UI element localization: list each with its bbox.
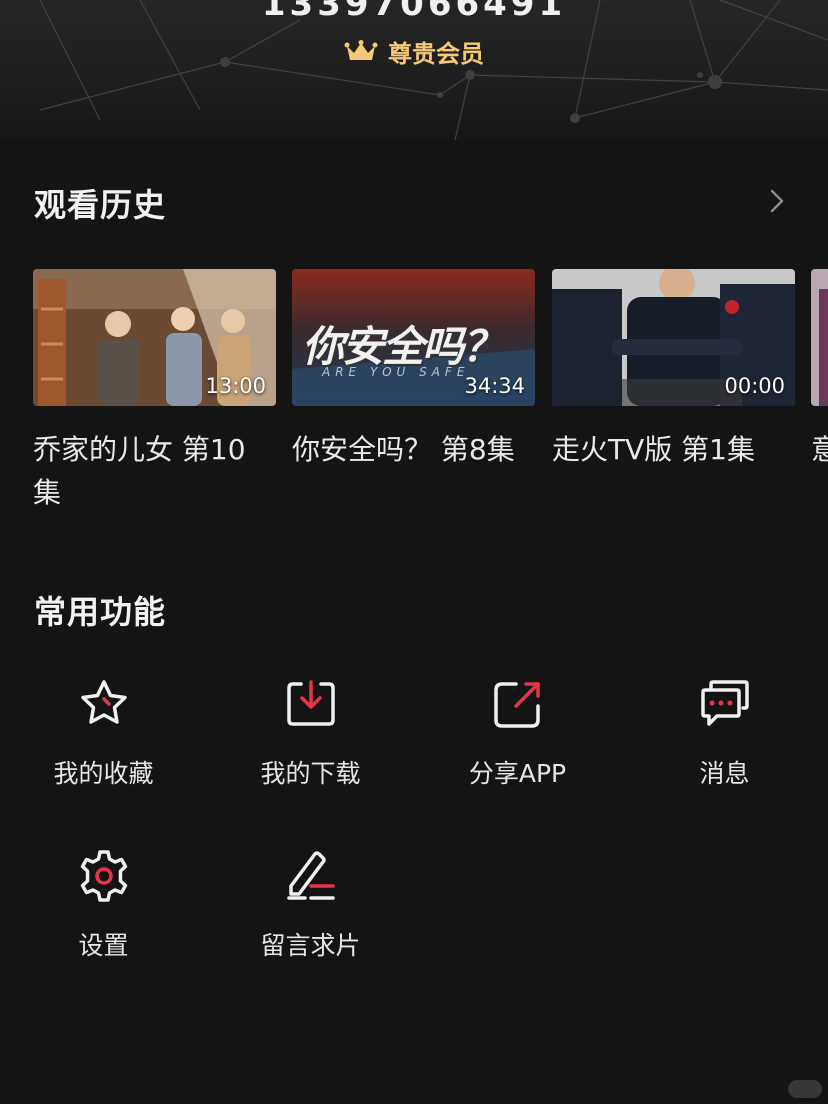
history-card[interactable]: 13:00 乔家的儿女 第10集 (33, 269, 276, 514)
feature-label: 消息 (699, 759, 750, 788)
gear-icon (80, 850, 127, 902)
video-title[interactable]: 你安全吗？ 第8集 (292, 428, 524, 471)
feature-label: 设置 (78, 931, 129, 960)
history-card[interactable]: 你安全吗？ ARE YOU SAFE 34:34 你安全吗？ 第8集 (292, 269, 535, 471)
video-thumbnail[interactable] (811, 269, 828, 406)
video-thumbnail[interactable]: 13:00 (33, 269, 276, 406)
vip-label: 尊贵会员 (388, 40, 484, 68)
feature-label: 留言求片 (260, 931, 361, 960)
video-duration: 00:00 (724, 374, 785, 398)
video-title[interactable]: 乔家的儿女 第10集 (33, 428, 265, 514)
chevron-right-icon[interactable] (764, 186, 790, 216)
video-title[interactable]: 意 (811, 428, 828, 471)
history-card[interactable]: 00:00 走火TV版 第1集 (552, 269, 795, 471)
share-icon (493, 682, 540, 728)
feature-label: 我的收藏 (53, 759, 154, 788)
profile-header: 13397066491 尊贵会员 (0, 0, 828, 140)
star-icon (80, 680, 127, 724)
video-thumbnail[interactable]: 00:00 (552, 269, 795, 406)
feature-label: 我的下载 (260, 759, 361, 788)
history-list[interactable]: 13:00 乔家的儿女 第10集 你安全吗？ ARE YOU SAFE 34:3… (33, 269, 828, 529)
download-icon (286, 680, 335, 726)
share-app-button[interactable]: 分享APP (414, 676, 621, 790)
history-section-title: 观看历史 (34, 186, 167, 224)
thumbnail-subtitle-art: ARE YOU SAFE (322, 365, 470, 379)
feature-label: 分享APP (468, 759, 567, 788)
edit-icon (286, 851, 335, 900)
downloads-button[interactable]: 我的下载 (207, 676, 414, 790)
video-duration: 13:00 (205, 374, 266, 398)
settings-button[interactable]: 设置 (0, 848, 207, 962)
corner-watermark (788, 1080, 822, 1098)
features-section-title: 常用功能 (34, 593, 167, 631)
user-phone-number: 13397066491 (261, 0, 567, 24)
video-title[interactable]: 走火TV版 第1集 (552, 428, 784, 471)
video-thumbnail[interactable]: 你安全吗？ ARE YOU SAFE 34:34 (292, 269, 535, 406)
crown-icon (344, 39, 378, 60)
request-film-button[interactable]: 留言求片 (207, 848, 414, 962)
thumbnail-image (811, 269, 828, 406)
vip-badge[interactable]: 尊贵会员 (0, 34, 828, 69)
favorites-button[interactable]: 我的收藏 (0, 676, 207, 790)
message-icon (700, 680, 749, 726)
history-card[interactable]: 意 (811, 269, 828, 471)
video-duration: 34:34 (464, 374, 525, 398)
messages-button[interactable]: 消息 (621, 676, 828, 790)
